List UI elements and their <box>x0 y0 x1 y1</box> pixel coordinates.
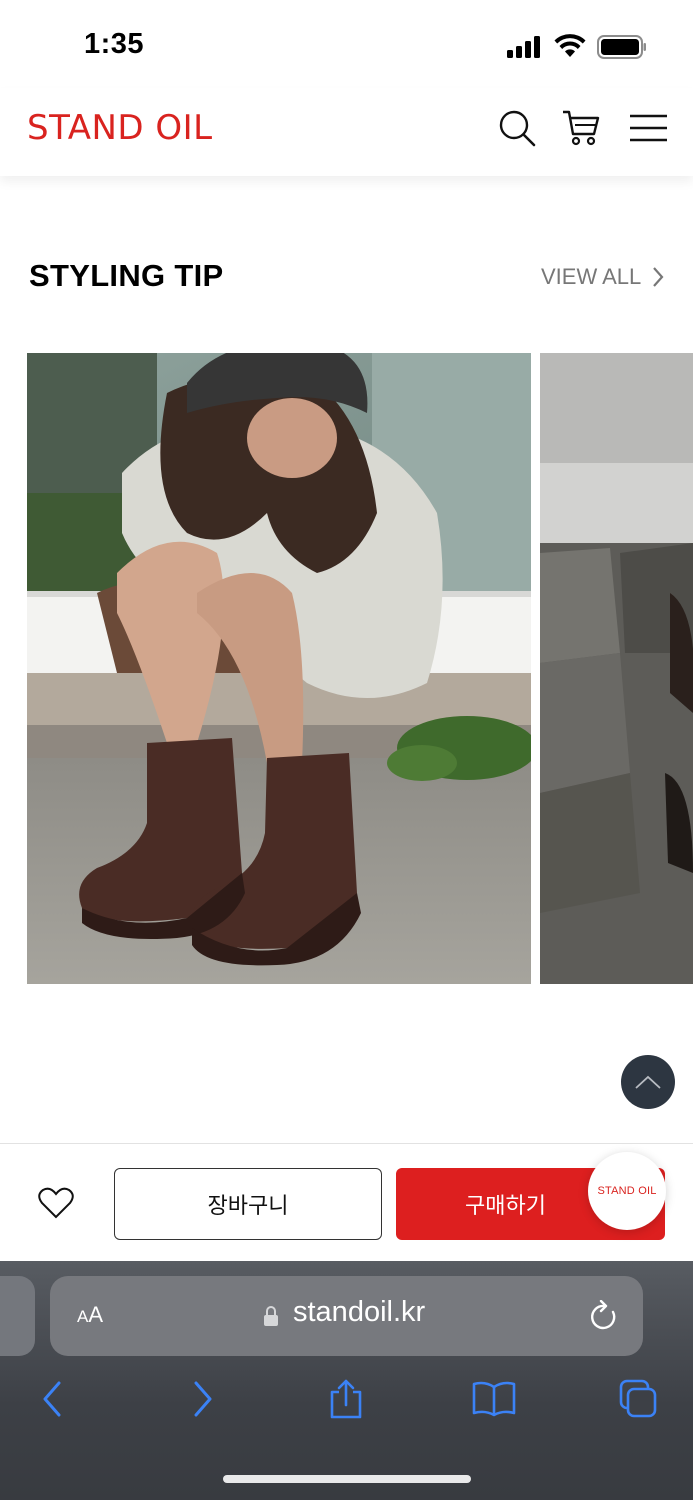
browser-toolbar: AA standoil.kr <box>0 1261 693 1500</box>
cart-icon[interactable] <box>561 108 601 148</box>
forward-icon[interactable] <box>182 1379 222 1419</box>
signal-icon <box>507 36 543 58</box>
previous-tab[interactable] <box>0 1276 35 1356</box>
wifi-icon <box>554 34 586 57</box>
styling-photo-next[interactable] <box>540 353 693 984</box>
tabs-icon[interactable] <box>618 1379 658 1419</box>
bookmarks-icon[interactable] <box>471 1379 517 1419</box>
lock-icon <box>264 1306 278 1326</box>
styling-photo-next-art <box>540 353 693 984</box>
view-all-label: VIEW ALL <box>541 264 642 289</box>
styling-photo-art <box>27 353 531 984</box>
share-icon[interactable] <box>326 1379 366 1419</box>
brand-badge-label: STAND OIL <box>597 1185 657 1197</box>
text-size-big: A <box>88 1302 104 1327</box>
buy-now-label: 구매하기 <box>465 1193 546 1218</box>
styling-photo[interactable] <box>27 353 531 984</box>
brand-logo[interactable]: STAND OIL <box>27 108 213 148</box>
status-bar: 1:35 <box>0 0 693 88</box>
scroll-top-button[interactable] <box>621 1055 675 1109</box>
status-time: 1:35 <box>84 28 145 60</box>
purchase-bar: 장바구니 구매하기 STAND OIL <box>0 1143 693 1261</box>
text-size-button[interactable]: AA <box>77 1302 103 1328</box>
add-to-cart-button[interactable]: 장바구니 <box>114 1168 382 1240</box>
home-indicator <box>223 1475 471 1483</box>
menu-icon[interactable] <box>629 108 669 148</box>
back-icon[interactable] <box>33 1379 73 1419</box>
section-title: STYLING TIP <box>29 258 224 293</box>
view-all-link[interactable]: VIEW ALL <box>541 264 665 290</box>
battery-icon <box>597 35 646 59</box>
chevron-up-icon <box>635 1075 661 1089</box>
brand-badge[interactable]: STAND OIL <box>588 1152 666 1230</box>
url-text: standoil.kr <box>293 1296 426 1328</box>
site-header: STAND OIL <box>0 88 693 176</box>
add-to-cart-label: 장바구니 <box>207 1193 289 1218</box>
reload-icon[interactable] <box>589 1300 619 1332</box>
address-bar[interactable]: AA standoil.kr <box>50 1276 643 1356</box>
chevron-right-icon <box>653 267 664 287</box>
heart-icon[interactable] <box>38 1187 74 1219</box>
search-icon[interactable] <box>497 108 537 148</box>
text-size-small: A <box>77 1307 89 1326</box>
